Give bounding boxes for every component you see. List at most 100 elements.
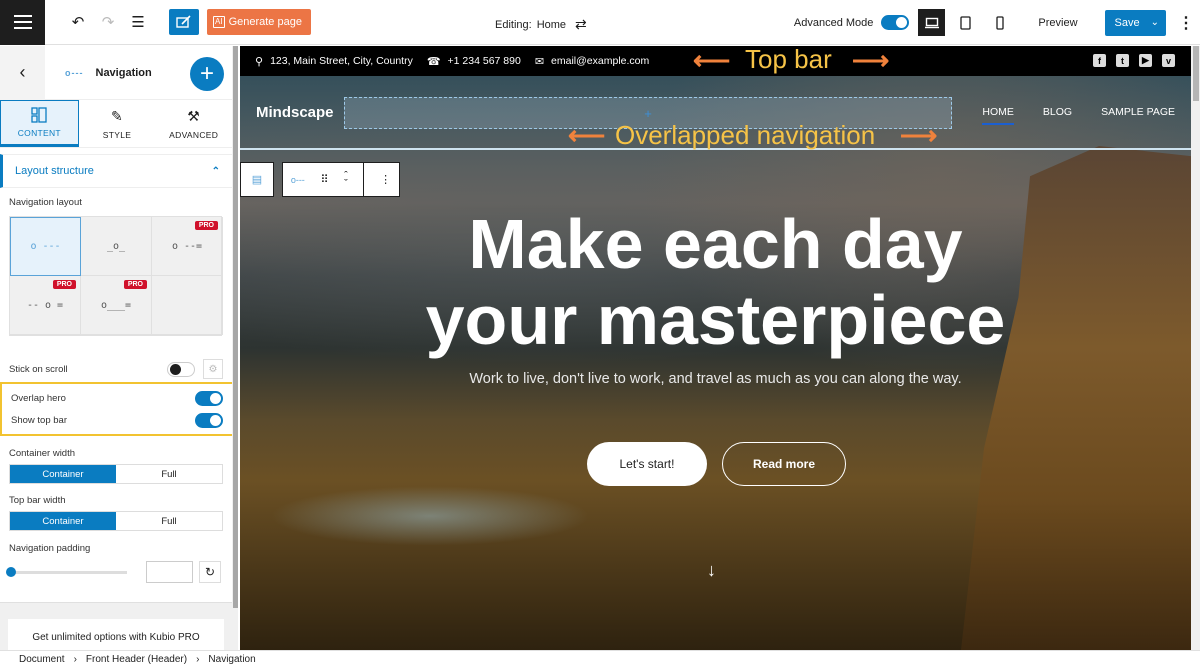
canvas-scroll-thumb[interactable] <box>1193 46 1199 101</box>
annotation-arrow-left-icon: ⟵ <box>568 120 606 150</box>
advanced-mode-toggle[interactable] <box>881 15 910 30</box>
layout-structure-section-toggle[interactable]: Layout structure ⌃ <box>0 154 232 188</box>
menu-item-home[interactable]: HOME <box>982 106 1014 125</box>
edit-mode-button[interactable] <box>169 9 199 35</box>
hamburger-icon <box>13 21 32 23</box>
layout-option[interactable]: PRO o___= <box>81 276 152 335</box>
navigation-block-icon[interactable]: o--- <box>291 175 305 185</box>
layout-glyph: o --= <box>171 240 203 252</box>
vimeo-icon[interactable]: v <box>1162 54 1175 67</box>
mobile-icon <box>996 15 1004 30</box>
top-bar-width-container[interactable]: Container <box>10 512 116 530</box>
hero-subtitle: Work to live, don't live to work, and tr… <box>469 371 962 387</box>
stick-on-scroll-toggle[interactable] <box>167 361 195 377</box>
desktop-icon <box>924 17 939 28</box>
sidebar-scroll-thumb[interactable] <box>233 46 238 608</box>
parent-block-button[interactable]: ▤ <box>240 162 274 197</box>
phone-item: ☎ +1 234 567 890 <box>427 55 521 68</box>
reset-icon[interactable]: ↻ <box>199 561 221 583</box>
layout-option[interactable]: _o_ <box>81 217 152 276</box>
page-canvas: ⚲ 123, Main Street, City, Country ☎ +1 234… <box>240 46 1191 650</box>
breadcrumb-front-header[interactable]: Front Header (Header) <box>86 654 187 665</box>
tab-content[interactable]: CONTENT <box>0 100 79 147</box>
lets-start-button[interactable]: Let's start! <box>587 442 707 486</box>
editor-toolbar: ↶ ↷ ☰ AI Generate page Editing: Home ⇄ A… <box>0 0 1200 45</box>
show-top-bar-toggle[interactable] <box>195 412 223 428</box>
envelope-icon: ✉ <box>534 55 545 68</box>
undo-button[interactable]: ↶ <box>67 11 89 33</box>
menu-item-blog[interactable]: BLOG <box>1043 106 1072 118</box>
editing-page: Home <box>536 18 567 31</box>
preview-button[interactable]: Preview <box>1038 17 1077 29</box>
back-button[interactable]: ‹ <box>0 46 45 100</box>
pro-promo-card[interactable]: Get unlimited options with Kubio PRO <box>8 619 224 650</box>
pro-promo-area: Get unlimited options with Kubio PRO <box>0 602 232 650</box>
sidebar-scrollbar[interactable] <box>232 46 238 650</box>
sidebar-tabs: CONTENT ✎ STYLE ⚒ ADVANCED <box>0 100 232 148</box>
canvas-scrollbar[interactable] <box>1191 46 1200 650</box>
tablet-view-button[interactable] <box>952 9 979 36</box>
block-toolbar: ▤ o--- ⠿ ˆˇ ⋮ <box>240 162 400 197</box>
layout-option[interactable]: PRO o --= <box>152 217 223 276</box>
desktop-view-button[interactable] <box>918 9 946 36</box>
container-width-container[interactable]: Container <box>10 465 116 483</box>
show-top-bar-row: Show top bar <box>2 409 232 431</box>
mobile-view-button[interactable] <box>986 9 1013 36</box>
show-top-bar-label: Show top bar <box>11 414 67 426</box>
annotation-arrow-left-icon: ⟵ <box>693 46 731 75</box>
block-options-icon[interactable]: ⋮ <box>380 173 391 186</box>
layout-glyph: o___= <box>100 299 132 311</box>
generate-page-label: Generate page <box>228 16 302 28</box>
pro-badge: PRO <box>123 280 147 289</box>
social-icons: f t ▶ v <box>1093 54 1175 67</box>
wrench-icon: ⚒ <box>187 107 201 124</box>
overlap-hero-row: Overlap hero <box>2 387 232 409</box>
phone-icon: ☎ <box>426 55 441 68</box>
overlap-hero-toggle[interactable] <box>195 390 223 406</box>
section-title: Layout structure <box>15 165 94 177</box>
annotation-arrow-right-icon: ⟶ <box>900 120 938 150</box>
add-block-button[interactable]: + <box>190 57 224 91</box>
move-up-down-icon[interactable]: ˆˇ <box>344 170 348 189</box>
more-options-button[interactable]: ⋮ <box>1172 13 1200 33</box>
menu-button[interactable] <box>0 0 45 45</box>
save-label: Save <box>1114 16 1140 29</box>
tablet-icon <box>960 15 972 30</box>
drag-handle-icon[interactable]: ⠿ <box>320 173 328 186</box>
generate-page-button[interactable]: AI Generate page <box>207 9 311 35</box>
facebook-icon[interactable]: f <box>1093 54 1106 67</box>
read-more-button[interactable]: Read more <box>722 442 846 486</box>
navigation-layout-label: Navigation layout <box>9 197 82 208</box>
save-options-chevron-icon[interactable]: ⌄ <box>1148 17 1166 28</box>
container-width-full[interactable]: Full <box>116 465 222 483</box>
breadcrumb-document[interactable]: Document <box>19 654 65 665</box>
scroll-down-arrow-icon[interactable]: ↓ <box>707 560 716 581</box>
switch-page-icon[interactable]: ⇄ <box>575 16 587 33</box>
chevron-up-icon: ⌃ <box>211 165 220 177</box>
breadcrumb-navigation[interactable]: Navigation <box>208 654 255 665</box>
navigation-padding-input[interactable] <box>146 561 193 583</box>
redo-button[interactable]: ↷ <box>97 11 119 33</box>
twitter-icon[interactable]: t <box>1116 54 1129 67</box>
save-button[interactable]: Save ⌄ <box>1104 9 1166 36</box>
layout-option-empty <box>152 276 223 335</box>
list-view-button[interactable]: ☰ <box>127 11 149 33</box>
edit-icon <box>176 15 191 28</box>
editing-prefix: Editing: <box>495 18 532 31</box>
pro-badge: PRO <box>52 280 76 289</box>
navigation-block-icon: o--- <box>65 67 84 78</box>
menu-item-sample-page[interactable]: SAMPLE PAGE <box>1101 106 1175 118</box>
youtube-icon[interactable]: ▶ <box>1139 54 1152 67</box>
annotation-top-bar: Top bar <box>745 46 832 74</box>
layout-option[interactable]: PRO -- o = <box>10 276 81 335</box>
tab-style[interactable]: ✎ STYLE <box>79 100 156 147</box>
tab-advanced[interactable]: ⚒ ADVANCED <box>155 100 232 147</box>
site-brand[interactable]: Mindscape <box>256 104 334 121</box>
tab-style-label: STYLE <box>102 129 132 140</box>
container-width-label: Container width <box>9 448 76 459</box>
top-bar-width-full[interactable]: Full <box>116 512 222 530</box>
sticky-settings-gear-icon[interactable]: ⚙ <box>203 359 223 379</box>
layout-option[interactable]: o --- <box>10 217 81 276</box>
navigation-padding-slider[interactable] <box>6 566 127 577</box>
layout-glyph: _o_ <box>106 240 126 252</box>
